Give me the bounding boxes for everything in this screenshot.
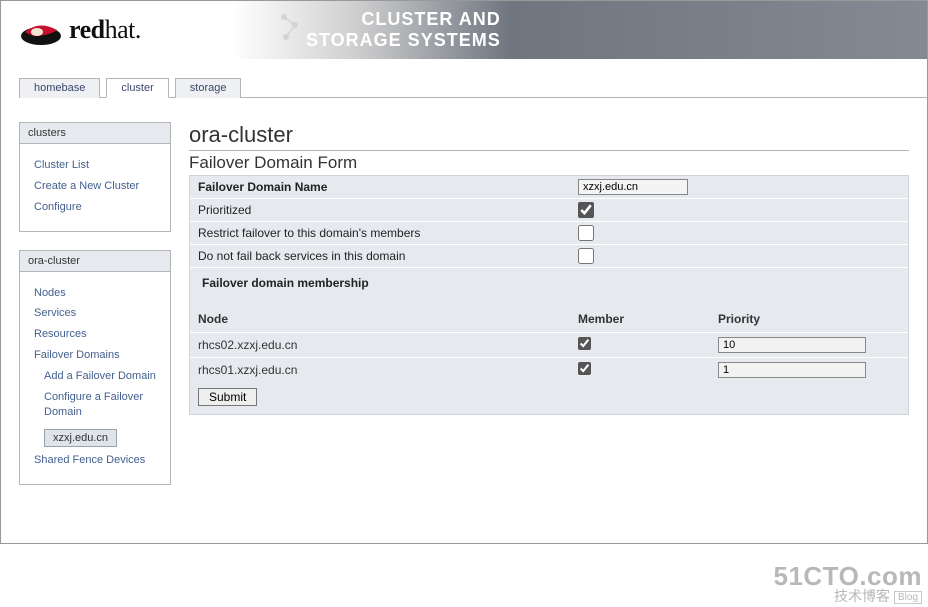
domain-name-input[interactable] <box>578 179 688 195</box>
redhat-fedora-icon <box>19 14 63 46</box>
label-restrict: Restrict failover to this domain's membe… <box>198 226 578 240</box>
member-checkbox[interactable] <box>578 362 591 375</box>
main-panel: ora-cluster Failover Domain Form Failove… <box>189 122 909 415</box>
top-tabs: homebase cluster storage <box>19 77 927 98</box>
sidebar-selected-domain[interactable]: xzxj.edu.cn <box>44 429 117 447</box>
members-table: Node Member Priority rhcs02.xzxj.edu.cn … <box>190 308 908 382</box>
sidebar-oracluster-header: ora-cluster <box>20 251 170 272</box>
col-member: Member <box>570 308 710 333</box>
tab-cluster[interactable]: cluster <box>106 78 168 98</box>
node-cell: rhcs02.xzxj.edu.cn <box>190 333 570 358</box>
restrict-checkbox[interactable] <box>578 225 594 241</box>
sidebar-cluster-list[interactable]: Cluster List <box>34 158 162 173</box>
label-domain-name: Failover Domain Name <box>198 180 578 194</box>
watermark: 51CTO.com 技术博客Blog <box>773 563 922 603</box>
sidebar-oracluster-box: ora-cluster Nodes Services Resources Fai… <box>19 250 171 486</box>
failover-domain-form: Failover Domain Name Prioritized Restric… <box>189 175 909 415</box>
node-cell: rhcs01.xzxj.edu.cn <box>190 358 570 383</box>
sidebar-services[interactable]: Services <box>34 306 162 321</box>
redhat-logo: redhat. <box>19 14 141 46</box>
sidebar-configure[interactable]: Configure <box>34 200 162 215</box>
label-prioritized: Prioritized <box>198 203 578 217</box>
brand-text: redhat. <box>69 15 141 45</box>
submit-button[interactable]: Submit <box>198 388 257 406</box>
table-row: rhcs02.xzxj.edu.cn <box>190 333 908 358</box>
sidebar-resources[interactable]: Resources <box>34 327 162 342</box>
label-nofailback: Do not fail back services in this domain <box>198 249 578 263</box>
table-row: rhcs01.xzxj.edu.cn <box>190 358 908 383</box>
sidebar-create-new-cluster[interactable]: Create a New Cluster <box>34 179 162 194</box>
form-title: Failover Domain Form <box>189 153 909 173</box>
col-node: Node <box>190 308 570 333</box>
sidebar-nodes[interactable]: Nodes <box>34 286 162 301</box>
page-title: ora-cluster <box>189 122 909 151</box>
sidebar-failover-domains[interactable]: Failover Domains <box>34 348 162 363</box>
col-priority: Priority <box>710 308 908 333</box>
tab-storage[interactable]: storage <box>175 78 242 98</box>
sidebar-clusters-box: clusters Cluster List Create a New Clust… <box>19 122 171 232</box>
sidebar-clusters-header: clusters <box>20 123 170 144</box>
product-title: CLUSTER AND STORAGE SYSTEMS <box>306 9 501 50</box>
sidebar: clusters Cluster List Create a New Clust… <box>19 122 171 503</box>
sidebar-shared-fence-devices[interactable]: Shared Fence Devices <box>34 453 162 468</box>
priority-input[interactable] <box>718 362 866 378</box>
sidebar-add-failover-domain[interactable]: Add a Failover Domain <box>44 369 162 384</box>
member-checkbox[interactable] <box>578 337 591 350</box>
tab-homebase[interactable]: homebase <box>19 78 100 98</box>
priority-input[interactable] <box>718 337 866 353</box>
header-banner: redhat. CLUSTER AND STORAGE SYSTEMS <box>1 1 927 59</box>
prioritized-checkbox[interactable] <box>578 202 594 218</box>
sidebar-configure-failover-domain[interactable]: Configure a Failover Domain <box>44 390 162 420</box>
membership-heading: Failover domain membership <box>190 268 908 308</box>
nofailback-checkbox[interactable] <box>578 248 594 264</box>
